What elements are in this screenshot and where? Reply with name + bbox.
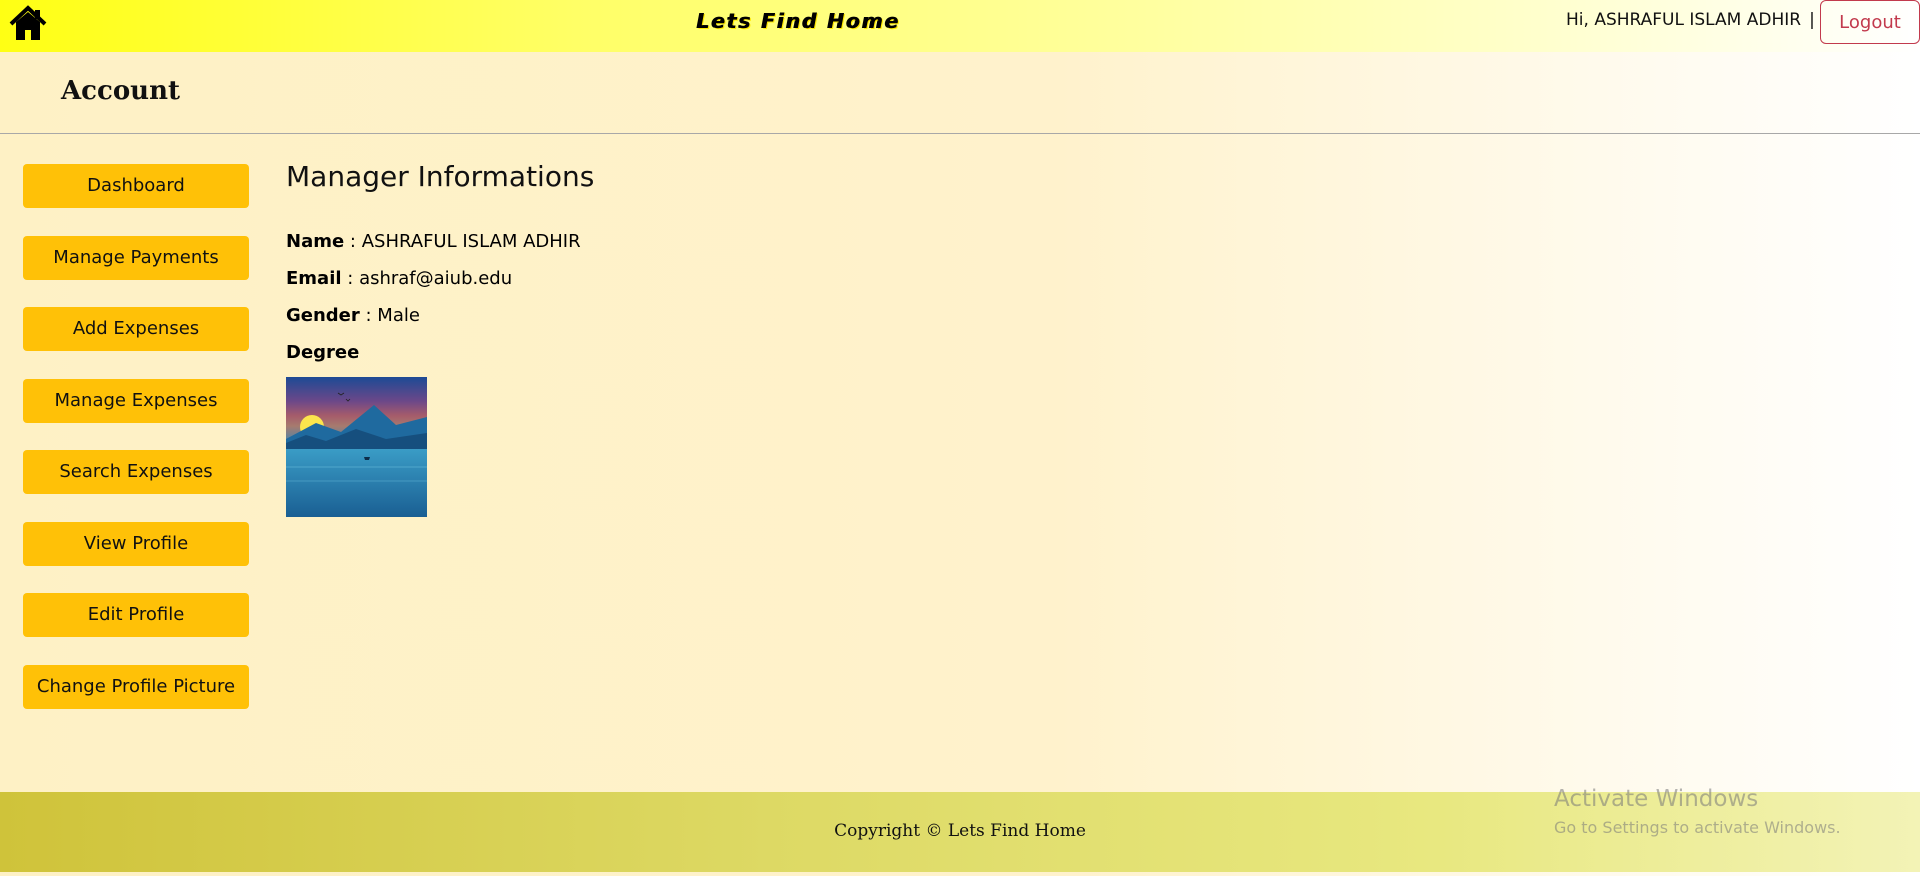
- name-label: Name: [286, 231, 345, 252]
- manage-expenses-button[interactable]: Manage Expenses: [23, 378, 249, 423]
- name-separator: :: [344, 231, 362, 252]
- gender-value: Male: [377, 305, 420, 326]
- gender-row: Gender : Male: [286, 305, 594, 328]
- page-title: Account: [61, 76, 180, 106]
- activate-windows-watermark: Activate Windows Go to Settings to activ…: [1554, 786, 1841, 837]
- email-separator: :: [341, 268, 360, 289]
- user-greeting: Hi, ASHRAFUL ISLAM ADHIR |: [1566, 10, 1815, 30]
- degree-image: [286, 377, 427, 517]
- gender-label: Gender: [286, 305, 360, 326]
- account-header: Account: [0, 52, 1920, 134]
- change-profile-picture-button[interactable]: Change Profile Picture: [23, 664, 249, 709]
- brand-logo[interactable]: Lets Find Home: [697, 9, 901, 33]
- greeting-separator: |: [1809, 10, 1815, 30]
- top-navbar: Lets Find Home Hi, ASHRAFUL ISLAM ADHIR |…: [0, 0, 1920, 52]
- edit-profile-button[interactable]: Edit Profile: [23, 593, 249, 637]
- watermark-subtitle: Go to Settings to activate Windows.: [1554, 818, 1841, 837]
- email-value: ashraf@aiub.edu: [359, 268, 513, 289]
- dashboard-button[interactable]: Dashboard: [23, 164, 249, 208]
- degree-label: Degree: [286, 342, 360, 363]
- watermark-title: Activate Windows: [1554, 786, 1759, 812]
- home-icon[interactable]: [8, 4, 48, 44]
- email-row: Email : ashraf@aiub.edu: [286, 268, 594, 291]
- view-profile-button[interactable]: View Profile: [23, 521, 249, 566]
- logout-button[interactable]: Logout: [1820, 0, 1920, 44]
- gender-separator: :: [359, 305, 378, 326]
- name-row: Name : ASHRAFUL ISLAM ADHIR: [286, 231, 594, 254]
- greeting-text: Hi, ASHRAFUL ISLAM ADHIR: [1566, 10, 1802, 30]
- section-title: Manager Informations: [286, 160, 595, 193]
- sidebar: Dashboard Manage Payments Add Expenses M…: [23, 164, 249, 736]
- name-value: ASHRAFUL ISLAM ADHIR: [361, 231, 581, 252]
- manager-info-panel: Manager Informations Name : ASHRAFUL ISL…: [286, 160, 594, 517]
- manage-payments-button[interactable]: Manage Payments: [23, 235, 249, 280]
- email-label: Email: [286, 268, 342, 289]
- add-expenses-button[interactable]: Add Expenses: [23, 307, 249, 351]
- degree-row: Degree: [286, 342, 594, 365]
- search-expenses-button[interactable]: Search Expenses: [23, 450, 249, 494]
